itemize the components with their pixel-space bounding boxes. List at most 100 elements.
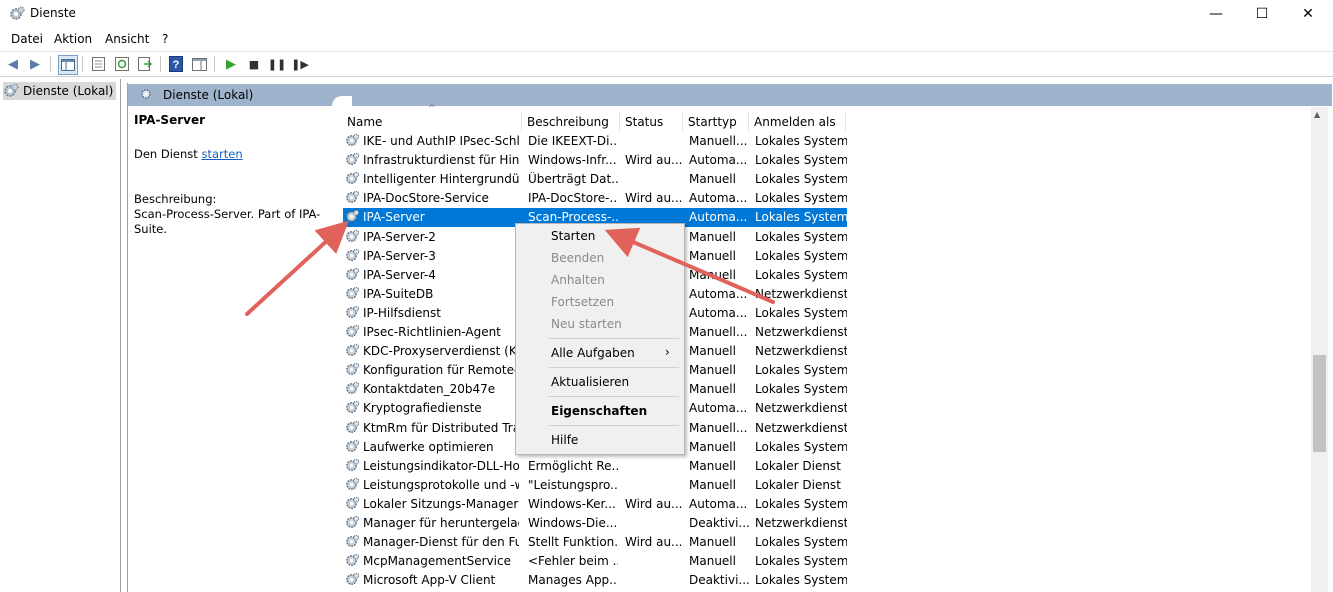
menu-item-starten[interactable]: Starten xyxy=(551,229,595,243)
column-header-status[interactable]: Status xyxy=(620,112,683,132)
service-gear-icon xyxy=(346,554,360,567)
cell-name: IPA-SuiteDB xyxy=(363,286,434,301)
table-row[interactable]: Intelligenter Hintergrundüb... Überträgt … xyxy=(343,170,847,189)
console-tree-icon[interactable] xyxy=(58,55,78,75)
pane-header-curve xyxy=(332,96,352,106)
window-title: Dienste xyxy=(30,6,76,20)
cell-logon: Lokales System xyxy=(755,248,847,263)
menu-item-aktualisieren[interactable]: Aktualisieren xyxy=(551,375,629,389)
tree-item-dienste-lokal[interactable]: Dienste (Lokal) xyxy=(3,82,117,100)
cell-logon: Lokales System xyxy=(755,153,847,168)
menu-datei[interactable]: Datei xyxy=(11,32,43,46)
scroll-up-icon[interactable]: ▲ xyxy=(1314,110,1320,119)
properties-sheet-icon[interactable] xyxy=(89,55,107,73)
service-gear-icon xyxy=(346,286,360,299)
cell-desc: Überträgt Dat... xyxy=(528,172,618,187)
cell-status: Wird au... xyxy=(625,153,683,168)
table-row[interactable]: Lokaler Sitzungs-Manager Windows-Ker... Wi… xyxy=(343,495,847,514)
export-list-icon[interactable] xyxy=(136,55,154,73)
cell-name: IP-Hilfsdienst xyxy=(363,305,441,320)
column-header-name[interactable]: Name xyxy=(342,112,522,132)
refresh-icon[interactable] xyxy=(113,55,131,73)
cell-name: IPA-Server-2 xyxy=(363,229,436,244)
service-gear-icon xyxy=(346,477,360,490)
cell-start: Manuell xyxy=(689,344,736,359)
restart-service-icon[interactable]: ❚▶ xyxy=(291,55,309,73)
pause-service-icon[interactable]: ❚❚ xyxy=(268,55,286,73)
sort-ascending-icon: ^ xyxy=(428,104,436,114)
cell-start: Automa... xyxy=(689,305,748,320)
cell-name: IPA-Server-4 xyxy=(363,267,436,282)
menu-separator xyxy=(549,396,679,397)
service-gear-icon xyxy=(346,573,360,586)
column-header-beschreibung[interactable]: Beschreibung xyxy=(522,112,620,132)
cell-start: Manuell xyxy=(689,535,736,550)
table-row[interactable]: IKE- und AuthIP IPsec-Schl... Die IKEEXT-… xyxy=(343,132,847,151)
table-row[interactable]: McpManagementService <Fehler beim ... Manu… xyxy=(343,552,847,571)
minimize-button[interactable]: — xyxy=(1193,0,1239,28)
cell-start: Deaktivi... xyxy=(689,573,750,588)
cell-start: Manuell... xyxy=(689,134,748,148)
table-row[interactable]: Manager-Dienst für den Fu... Stellt Funkt… xyxy=(343,533,847,552)
column-header-anmelden-als[interactable]: Anmelden als xyxy=(749,112,846,132)
back-icon[interactable]: ◀ xyxy=(4,55,22,73)
service-name-heading: IPA-Server xyxy=(134,113,206,127)
service-gear-icon xyxy=(346,439,360,452)
table-row[interactable]: IPA-DocStore-Service IPA-DocStore-... Wird… xyxy=(343,189,847,208)
start-service-icon[interactable]: ▶ xyxy=(222,55,240,73)
start-service-link[interactable]: starten xyxy=(201,147,242,161)
menu-item-eigenschaften[interactable]: Eigenschaften xyxy=(551,404,647,418)
menu-ansicht[interactable]: Ansicht xyxy=(105,32,149,46)
cell-desc: Ermöglicht Re... xyxy=(528,458,618,473)
table-row[interactable]: Infrastrukturdienst für Hinte... Windows-… xyxy=(343,151,847,170)
vertical-scrollbar[interactable] xyxy=(1311,107,1328,592)
cell-name: Intelligenter Hintergrundüb... xyxy=(363,172,519,187)
forward-icon[interactable]: ▶ xyxy=(26,55,44,73)
table-row[interactable]: Manager für heruntergelad... Windows-Die.… xyxy=(343,514,847,533)
toolbar-divider xyxy=(160,56,161,72)
cell-logon: Netzwerkdienst xyxy=(755,401,847,416)
submenu-arrow-icon: › xyxy=(665,345,670,359)
scrollbar-thumb[interactable] xyxy=(1313,355,1326,452)
cell-status: Wird au... xyxy=(625,191,683,206)
cell-start: Automa... xyxy=(689,496,748,511)
stop-service-icon[interactable]: ■ xyxy=(245,55,263,73)
cell-logon: Lokales System xyxy=(755,305,847,320)
toolbar-divider xyxy=(214,56,215,72)
cell-logon: Netzwerkdienst xyxy=(755,344,847,359)
cell-start: Manuell xyxy=(689,477,736,492)
context-menu: Starten Beenden Anhalten Fortsetzen Neu … xyxy=(515,223,685,455)
show-hide-pane-icon[interactable] xyxy=(190,55,208,73)
cell-logon: Netzwerkdienst xyxy=(755,325,847,339)
table-row[interactable]: Microsoft App-V Client Manages App... Deak… xyxy=(343,571,847,590)
table-row[interactable]: Leistungsprotokolle und -w... "Leistungsp… xyxy=(343,476,847,495)
menu-item-hilfe[interactable]: Hilfe xyxy=(551,433,578,447)
menu-item-alle-aufgaben[interactable]: Alle Aufgaben xyxy=(551,346,635,360)
menu-help[interactable]: ? xyxy=(162,32,168,46)
menu-item-anhalten: Anhalten xyxy=(551,273,605,287)
close-button[interactable]: ✕ xyxy=(1285,0,1331,28)
description-text: Scan-Process-Server. Part of IPA-Suite. xyxy=(134,207,321,236)
service-gear-icon xyxy=(346,267,360,280)
menu-aktion[interactable]: Aktion xyxy=(54,32,92,46)
cell-name: Manager für heruntergelad... xyxy=(363,516,519,530)
cell-start: Manuell xyxy=(689,267,736,282)
maximize-button[interactable]: ☐ xyxy=(1239,0,1285,28)
help-icon[interactable]: ? xyxy=(167,55,185,73)
service-gear-icon xyxy=(346,496,360,509)
table-row[interactable]: Leistungsindikator-DLL-Host Ermöglicht Re… xyxy=(343,457,847,476)
cell-name: Kontaktdaten_20b47e xyxy=(363,382,496,397)
description-label: Beschreibung: xyxy=(134,192,217,206)
cell-name: Leistungsindikator-DLL-Host xyxy=(363,458,519,473)
cell-start: Manuell xyxy=(689,248,736,263)
cell-logon: Lokales System xyxy=(755,382,847,397)
menu-item-beenden: Beenden xyxy=(551,251,605,265)
cell-name: KDC-Proxyserverdienst (KPS) xyxy=(363,344,519,359)
service-gear-icon xyxy=(346,458,360,471)
service-gear-icon xyxy=(346,515,360,528)
column-header-starttyp[interactable]: Starttyp xyxy=(683,112,749,132)
column-header-label: Status xyxy=(625,115,664,129)
cell-logon: Lokales System xyxy=(755,267,847,282)
menu-separator xyxy=(549,425,679,426)
cell-logon: Netzwerkdienst xyxy=(755,420,847,435)
